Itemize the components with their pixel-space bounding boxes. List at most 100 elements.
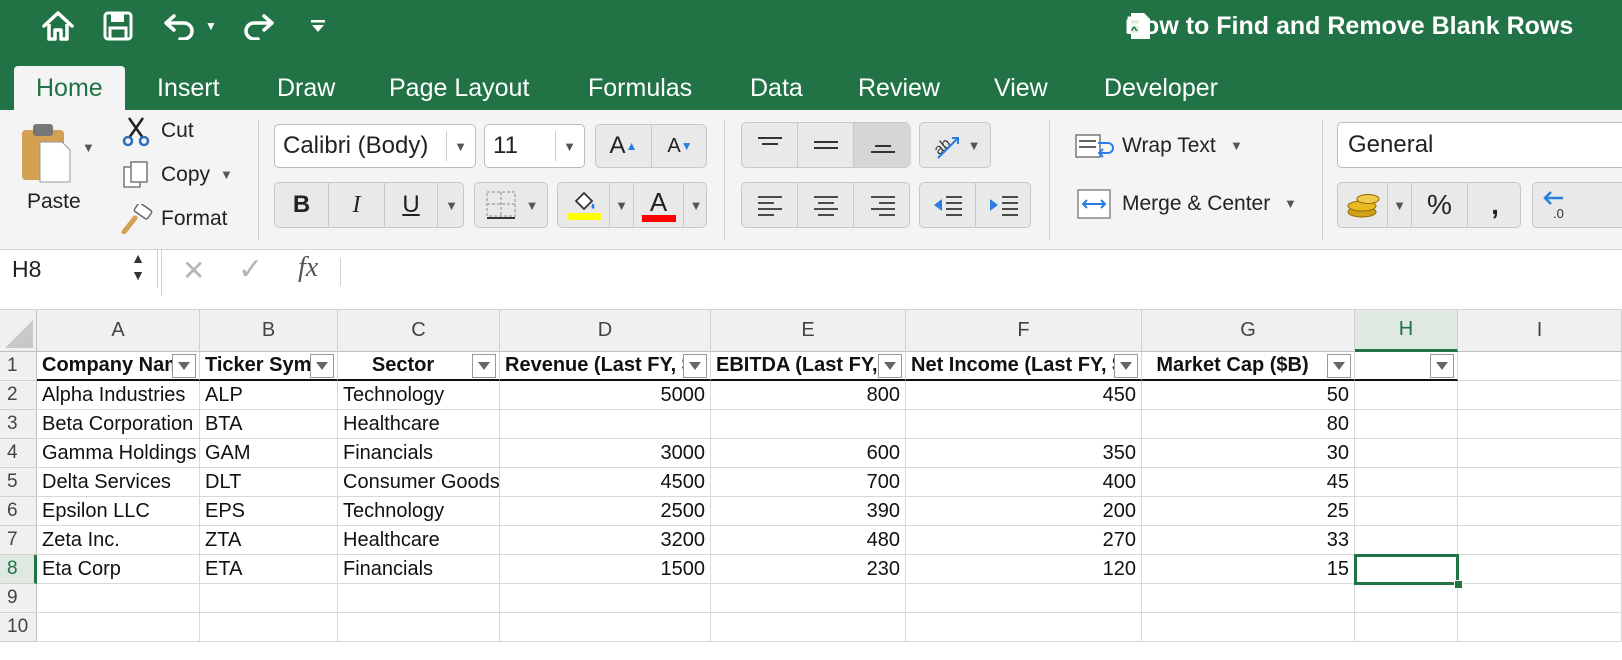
paste-icon[interactable] [18,120,74,184]
row-header-2[interactable]: 2 [0,381,37,410]
table-cell[interactable]: 480 [711,526,906,555]
bold-button[interactable]: B [275,183,329,227]
cell-i1[interactable] [1458,352,1622,381]
table-cell[interactable]: ETA [200,555,338,584]
cell-i7[interactable] [1458,526,1622,555]
merge-center-dropdown-icon[interactable]: ▼ [1284,196,1298,211]
cell-i2[interactable] [1458,381,1622,410]
table-header-cell[interactable]: Revenue (Last FY, $ [500,352,711,381]
undo-icon[interactable] [160,0,200,52]
table-cell[interactable]: Beta Corporation [37,410,200,439]
tab-developer[interactable]: Developer [1104,66,1218,110]
tab-review[interactable]: Review [858,66,940,110]
table-header-cell[interactable]: Net Income (Last FY, $ [906,352,1142,381]
filter-dropdown-icon[interactable] [683,354,707,378]
increase-decimal-button[interactable]: .0 [1532,182,1622,228]
filter-dropdown-icon[interactable] [878,354,902,378]
cell-f9[interactable] [906,584,1142,613]
table-cell[interactable]: 33 [1142,526,1355,555]
column-header-f[interactable]: F [906,310,1142,352]
cell-i6[interactable] [1458,497,1622,526]
comma-style-button[interactable]: , [1468,183,1522,227]
align-right-button[interactable] [854,183,911,227]
fill-handle[interactable] [1454,580,1463,589]
paste-dropdown-icon[interactable]: ▼ [82,140,98,155]
table-header-cell[interactable] [1355,352,1458,381]
align-top-button[interactable] [742,123,798,167]
cell-e10[interactable] [711,613,906,642]
table-cell[interactable]: Zeta Inc. [37,526,200,555]
format-painter-button[interactable]: Format [161,206,228,232]
cell-c10[interactable] [338,613,500,642]
increase-font-size-button[interactable]: A ▲ [596,125,652,167]
cell-b9[interactable] [200,584,338,613]
column-header-c[interactable]: C [338,310,500,352]
table-cell[interactable]: Eta Corp [37,555,200,584]
filter-dropdown-icon[interactable] [472,354,496,378]
column-header-d[interactable]: D [500,310,711,352]
table-cell[interactable]: 5000 [500,381,711,410]
table-cell[interactable]: 120 [906,555,1142,584]
cell-h7[interactable] [1355,526,1458,555]
redo-icon[interactable] [238,0,278,52]
table-cell[interactable]: 3000 [500,439,711,468]
row-header-9[interactable]: 9 [0,584,37,613]
column-header-a[interactable]: A [37,310,200,352]
table-cell[interactable]: 400 [906,468,1142,497]
wrap-text-icon[interactable] [1074,130,1114,162]
table-cell[interactable] [906,410,1142,439]
cell-i5[interactable] [1458,468,1622,497]
cell-h5[interactable] [1355,468,1458,497]
customize-icon[interactable] [306,0,330,52]
format-painter-icon[interactable] [119,204,153,234]
cell-g10[interactable] [1142,613,1355,642]
copy-icon[interactable] [121,160,151,190]
cell-i3[interactable] [1458,410,1622,439]
align-left-button[interactable] [742,183,798,227]
cell-h2[interactable] [1355,381,1458,410]
table-cell[interactable]: 50 [1142,381,1355,410]
cell-d10[interactable] [500,613,711,642]
filter-dropdown-icon[interactable] [172,354,196,378]
wrap-text-button[interactable]: Wrap Text [1122,132,1216,160]
home-icon[interactable] [38,0,78,52]
table-cell[interactable]: 800 [711,381,906,410]
number-format-select[interactable]: General [1337,122,1622,168]
cell-h6[interactable] [1355,497,1458,526]
table-cell[interactable]: 350 [906,439,1142,468]
table-cell[interactable]: Technology [338,381,500,410]
table-cell[interactable]: ZTA [200,526,338,555]
undo-dropdown-icon[interactable]: ▼ [202,0,220,52]
column-header-i[interactable]: I [1458,310,1622,352]
insert-function-icon[interactable]: fx [298,252,318,284]
table-cell[interactable]: 2500 [500,497,711,526]
filter-dropdown-icon[interactable] [310,354,334,378]
cell-i4[interactable] [1458,439,1622,468]
tab-draw[interactable]: Draw [277,66,335,110]
table-cell[interactable]: 45 [1142,468,1355,497]
cell-a9[interactable] [37,584,200,613]
table-cell[interactable]: 230 [711,555,906,584]
confirm-icon[interactable]: ✓ [238,252,263,287]
accounting-dropdown-icon[interactable]: ▼ [1388,183,1412,227]
table-cell[interactable]: 80 [1142,410,1355,439]
table-header-cell[interactable]: Sector [338,352,500,381]
save-icon[interactable] [100,0,136,52]
decrease-font-size-button[interactable]: A ▼ [652,125,708,167]
cell-i10[interactable] [1458,613,1622,642]
table-header-cell[interactable]: Market Cap ($B) [1142,352,1355,381]
table-cell[interactable]: 25 [1142,497,1355,526]
cut-button[interactable]: Cut [161,118,194,144]
cell-g9[interactable] [1142,584,1355,613]
table-cell[interactable]: DLT [200,468,338,497]
row-header-10[interactable]: 10 [0,613,37,642]
column-header-b[interactable]: B [200,310,338,352]
table-header-cell[interactable]: Ticker Symb [200,352,338,381]
table-cell[interactable]: 30 [1142,439,1355,468]
table-cell[interactable]: Gamma Holdings [37,439,200,468]
table-cell[interactable]: 4500 [500,468,711,497]
table-cell[interactable]: EPS [200,497,338,526]
merge-center-button[interactable]: Merge & Center [1122,190,1270,218]
table-cell[interactable]: GAM [200,439,338,468]
cancel-icon[interactable]: ✕ [182,254,205,287]
